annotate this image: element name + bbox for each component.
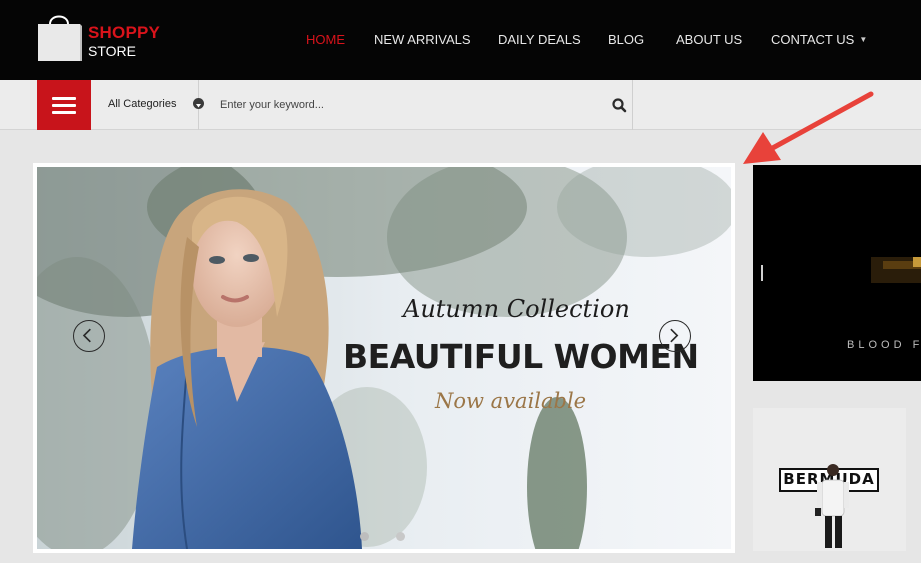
nav-item-contact-us[interactable]: CONTACT US ▼ [771, 32, 867, 47]
slider-next-button[interactable] [659, 320, 691, 352]
site-header: SHOPPY STORE HOME NEW ARRIVALS DAILY DEA… [0, 0, 921, 80]
chevron-right-icon [670, 328, 679, 343]
nav-item-daily-deals[interactable]: DAILY DEALS [498, 32, 581, 47]
banner-bottom-model [815, 464, 849, 548]
nav-item-about-us[interactable]: ABOUT US [676, 32, 742, 47]
slider-dot-2[interactable] [396, 532, 405, 541]
nav-item-contact-us-label: CONTACT US [771, 32, 855, 47]
nav-item-blog[interactable]: BLOG [608, 32, 644, 47]
slide-title: BEAUTIFUL WOMEN [343, 337, 699, 376]
nav-item-new-arrivals[interactable]: NEW ARRIVALS [374, 32, 471, 47]
main-nav: HOME NEW ARRIVALS DAILY DEALS BLOG ABOUT… [0, 32, 921, 48]
search-button[interactable] [606, 88, 632, 122]
nav-item-home[interactable]: HOME [306, 32, 345, 47]
hamburger-menu-icon [52, 97, 76, 100]
search-divider [632, 80, 633, 130]
category-select[interactable]: All Categories [91, 80, 199, 130]
category-select-value: All Categories [108, 98, 177, 110]
slider-prev-button[interactable] [73, 320, 105, 352]
slider-dot-1[interactable] [360, 532, 369, 541]
slide-subtitle: Autumn Collection [403, 295, 630, 323]
chevron-down-icon[interactable] [193, 98, 204, 109]
caret-down-icon: ▼ [859, 35, 868, 44]
side-banner-bottom[interactable]: BERMUDA [753, 408, 906, 551]
search-icon [612, 98, 627, 113]
annotation-arrow-icon [743, 91, 874, 164]
hero-slider: Autumn Collection BEAUTIFUL WOMEN Now av… [33, 163, 735, 553]
slide-tagline: Now available [435, 389, 587, 413]
search-input[interactable] [220, 94, 600, 116]
category-menu-button[interactable] [37, 80, 91, 130]
banner-top-text: BLOOD F [847, 339, 921, 351]
chevron-left-icon [82, 328, 91, 343]
side-banner-top[interactable]: BLOOD F [753, 165, 921, 381]
hero-slide[interactable]: Autumn Collection BEAUTIFUL WOMEN Now av… [37, 167, 731, 549]
